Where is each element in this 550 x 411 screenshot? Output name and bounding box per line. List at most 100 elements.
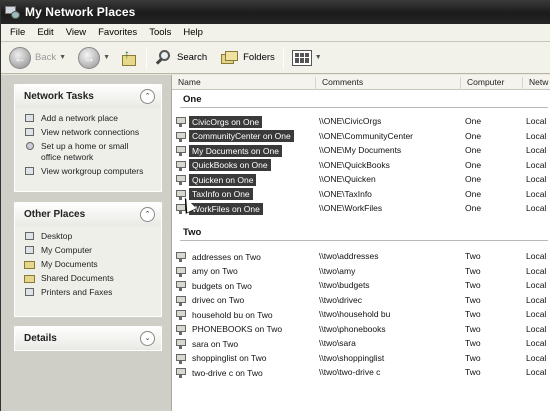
list-item[interactable]: shoppinglist on Two \\two\shoppinglist Two…: [172, 352, 550, 365]
workgroup-computers-icon: [24, 166, 36, 177]
task-label: View network connections: [41, 127, 140, 137]
column-headers: Name Comments Computer Netw: [172, 75, 550, 90]
list-item[interactable]: PHONEBOOKS on Two \\two\phonebooks Two Loca…: [172, 323, 550, 336]
item-comment: \\two\amy: [319, 265, 356, 276]
task-pane: Network Tasks ⌃ Add a network place View…: [1, 75, 171, 411]
item-network: Local: [526, 159, 547, 170]
place-shared-documents[interactable]: Shared Documents: [24, 273, 161, 284]
network-tasks-header[interactable]: Network Tasks ⌃: [15, 84, 161, 108]
other-places-header[interactable]: Other Places ⌃: [15, 202, 161, 226]
task-view-network-connections[interactable]: View network connections: [24, 127, 161, 138]
item-name: sara on Two: [192, 338, 239, 349]
item-comment: \\two\budgets: [319, 280, 370, 290]
views-icon: [291, 49, 312, 66]
list-item[interactable]: sara on Two \\two\sara Two Local: [172, 337, 550, 350]
collapse-icon[interactable]: ⌃: [140, 88, 155, 104]
group-title-one: One: [183, 94, 202, 105]
list-item[interactable]: CommunityCenter on One \\ONE\CommunityCen…: [172, 130, 550, 143]
forward-button[interactable]: → ▼: [75, 45, 113, 71]
column-name[interactable]: Name: [172, 77, 201, 90]
file-list: Name Comments Computer Netw One CivicOrg…: [171, 75, 550, 411]
menu-favorites[interactable]: Favorites: [92, 27, 143, 38]
back-dropdown-icon[interactable]: ▼: [59, 54, 66, 61]
item-comment: \\ONE\QuickBooks: [319, 159, 390, 170]
search-label: Search: [177, 52, 208, 63]
item-comment: \\two\phonebooks: [319, 323, 386, 334]
collapse-icon[interactable]: ⌃: [140, 206, 155, 222]
folders-label: Folders: [243, 52, 275, 63]
place-my-documents[interactable]: My Documents: [24, 259, 161, 270]
list-item[interactable]: two-drive c on Two \\two\two-drive c Two Lo…: [172, 366, 550, 379]
details-header[interactable]: Details ⌄: [15, 326, 161, 350]
task-label: View workgroup computers: [41, 166, 144, 176]
item-computer: One: [465, 188, 482, 199]
item-computer: Two: [465, 265, 481, 276]
item-name: household bu on Two: [192, 309, 273, 320]
item-computer: Two: [465, 352, 481, 363]
menu-edit[interactable]: Edit: [31, 27, 59, 38]
back-button[interactable]: ← Back ▼: [6, 45, 69, 71]
my-documents-icon: [24, 259, 36, 270]
list-item[interactable]: CivicOrgs on One \\ONE\CivicOrgs One Local: [172, 115, 550, 128]
place-printers-faxes[interactable]: Printers and Faxes: [24, 287, 161, 298]
list-item[interactable]: QuickBooks on One \\ONE\QuickBooks One Loca…: [172, 159, 550, 172]
menu-tools[interactable]: Tools: [143, 27, 177, 38]
item-comment: \\two\drivec: [319, 294, 362, 305]
menu-view[interactable]: View: [60, 27, 92, 38]
list-item[interactable]: WorkFiles on One \\ONE\WorkFiles One Local: [172, 202, 550, 215]
folders-icon: [221, 50, 239, 66]
network-share-icon: [176, 295, 187, 306]
place-my-computer[interactable]: My Computer: [24, 245, 161, 256]
column-comments[interactable]: Comments: [315, 77, 363, 90]
item-computer: One: [465, 159, 482, 170]
item-name: TaxInfo on One: [189, 188, 253, 200]
list-item[interactable]: TaxInfo on One \\ONE\TaxInfo One Local: [172, 188, 550, 201]
item-network: Local: [526, 309, 547, 319]
network-tasks-title: Network Tasks: [24, 90, 94, 102]
views-dropdown-icon[interactable]: ▼: [315, 54, 322, 61]
item-network: Local: [526, 116, 547, 126]
item-computer: One: [465, 130, 482, 141]
search-button[interactable]: Search: [152, 45, 210, 71]
task-view-workgroup[interactable]: View workgroup computers: [24, 166, 161, 177]
column-network[interactable]: Netw: [522, 77, 548, 90]
forward-dropdown-icon[interactable]: ▼: [103, 54, 110, 61]
list-item[interactable]: My Documents on One \\ONE\My Documents One…: [172, 144, 550, 157]
item-comment: \\ONE\CommunityCenter: [319, 130, 413, 141]
other-places-title: Other Places: [24, 208, 86, 220]
network-share-icon: [176, 338, 187, 349]
item-computer: Two: [465, 294, 481, 305]
list-item[interactable]: budgets on Two \\two\budgets Two Local: [172, 279, 550, 292]
list-item[interactable]: amy on Two \\two\amy Two Local: [172, 265, 550, 278]
column-computer[interactable]: Computer: [460, 77, 504, 90]
network-share-icon: [176, 367, 187, 378]
list-item[interactable]: drivec on Two \\two\drivec Two Local: [172, 294, 550, 307]
menu-help[interactable]: Help: [177, 27, 209, 38]
item-comment: \\two\household bu: [319, 309, 391, 319]
list-item[interactable]: household bu on Two \\two\household bu Two…: [172, 308, 550, 321]
item-network: Local: [526, 251, 547, 261]
network-share-icon: [176, 251, 187, 262]
expand-icon[interactable]: ⌄: [140, 330, 155, 346]
network-share-icon: [176, 266, 187, 277]
up-button[interactable]: ↑: [117, 45, 141, 71]
task-add-network-place[interactable]: Add a network place: [24, 113, 161, 124]
desktop-icon: [24, 231, 36, 242]
printer-icon: [24, 287, 36, 298]
list-item[interactable]: addresses on Two \\two\addresses Two Local: [172, 250, 550, 263]
item-name: WorkFiles on One: [189, 202, 263, 215]
item-computer: One: [465, 174, 482, 184]
task-setup-home-network[interactable]: Set up a home or small office network: [24, 141, 161, 163]
item-network: Local: [526, 367, 547, 377]
folder-up-icon: ↑: [120, 47, 138, 68]
folders-button[interactable]: Folders: [218, 45, 278, 71]
item-name: QuickBooks on One: [189, 159, 271, 171]
menu-file[interactable]: File: [4, 27, 31, 38]
menu-bar: File Edit View Favorites Tools Help: [1, 24, 550, 42]
place-desktop[interactable]: Desktop: [24, 231, 161, 242]
item-network: Local: [526, 145, 547, 155]
network-share-icon: [176, 160, 187, 171]
title-bar[interactable]: My Network Places: [1, 0, 550, 24]
list-item[interactable]: Quicken on One \\ONE\Quicken One Local: [172, 173, 550, 186]
views-button[interactable]: ▼: [289, 45, 325, 71]
